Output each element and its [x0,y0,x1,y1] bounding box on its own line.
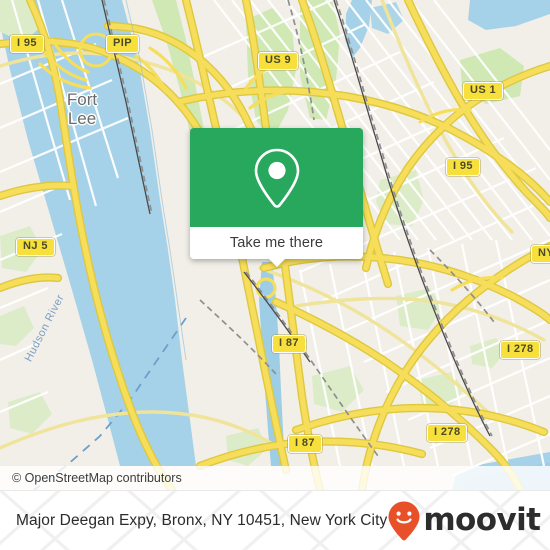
road-shield-i87-lower: I 87 [288,435,322,453]
map-canvas[interactable]: I 95 PIP US 9 US 1 I 95 NJ 5 NY I 87 I 2… [0,0,550,490]
road-shield-us9: US 9 [258,52,299,70]
popup-pin-area [190,128,363,227]
take-me-there-button[interactable]: Take me there [190,227,363,259]
map-pin-icon [254,148,299,208]
map-screenshot-root: I 95 PIP US 9 US 1 I 95 NJ 5 NY I 87 I 2… [0,0,550,550]
moovit-wordmark: moovit [423,502,541,538]
road-shield-i278-lower: I 278 [427,424,468,442]
road-shield-i95-nw: I 95 [10,35,44,53]
place-label-fort-lee: Fort Lee [66,90,98,128]
moovit-logo[interactable]: moovit [387,500,541,542]
footer-address-text: Major Deegan Expy, Bronx, NY 10451, New … [16,511,388,529]
road-shield-i87-upper: I 87 [272,335,306,353]
moovit-smiley-pin-icon [388,501,420,540]
road-shield-us1: US 1 [463,82,504,100]
popup-pointer-tail [267,258,286,267]
road-shield-nj5: NJ 5 [16,238,55,256]
road-shield-i278-right: I 278 [500,341,541,359]
road-shield-ny-clipped: NY [531,245,550,263]
road-shield-i95-ne: I 95 [446,158,480,176]
road-shield-pip: PIP [106,35,139,53]
osm-attribution-bar: © OpenStreetMap contributors [0,466,550,490]
location-popup-card[interactable]: Take me there [190,128,363,267]
footer-bar: Major Deegan Expy, Bronx, NY 10451, New … [0,490,550,550]
osm-attribution-text[interactable]: © OpenStreetMap contributors [0,471,182,485]
